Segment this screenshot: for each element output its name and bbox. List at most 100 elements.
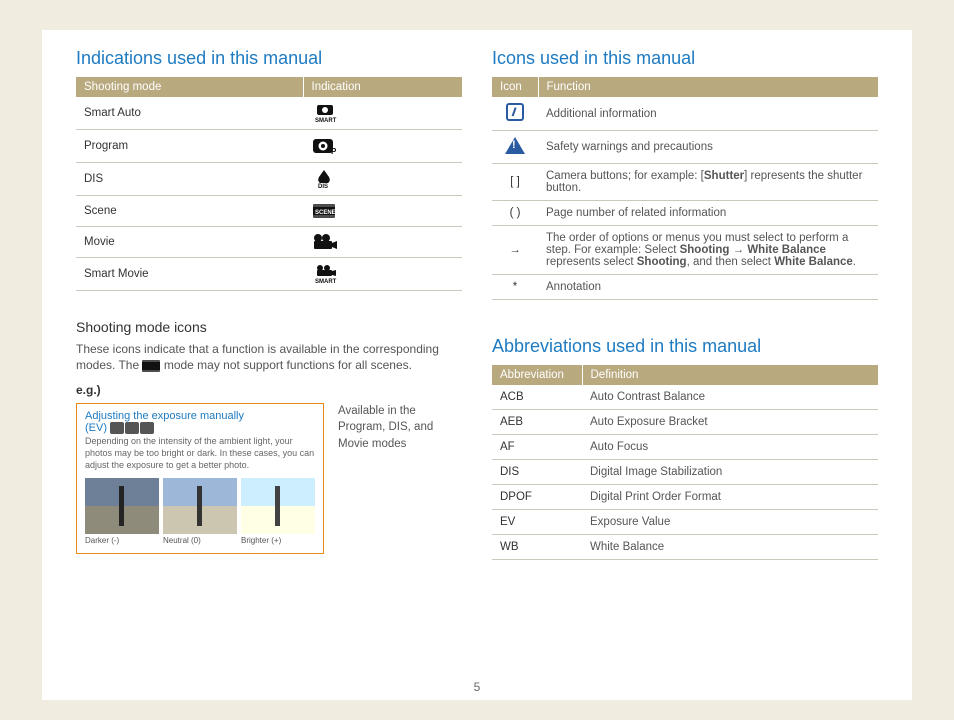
example-mode-icons xyxy=(110,422,154,434)
cell-icon xyxy=(303,227,462,258)
heading-indications: Indications used in this manual xyxy=(76,48,462,69)
cell-icon: SCENE xyxy=(303,196,462,227)
abbreviations-table: Abbreviation Definition ACBAuto Contrast… xyxy=(492,365,878,560)
cell-func: Camera buttons; for example: [Shutter] r… xyxy=(538,164,878,201)
cell-abbr: AEB xyxy=(492,410,582,435)
heading-icons-used: Icons used in this manual xyxy=(492,48,878,69)
cell-mode: DIS xyxy=(76,163,303,196)
row-smart-movie: Smart Movie SMART xyxy=(76,258,462,291)
row-movie: Movie xyxy=(76,227,462,258)
row-scene: Scene SCENE xyxy=(76,196,462,227)
t: → xyxy=(729,244,747,256)
row-info: Additional information xyxy=(492,97,878,131)
t: . xyxy=(853,256,856,268)
example-row: Adjusting the exposure manually (EV) Dep… xyxy=(76,403,462,553)
t: Shooting xyxy=(637,256,687,268)
cell-func: Additional information xyxy=(538,97,878,131)
thumb-label: Neutral (0) xyxy=(163,536,237,545)
t: represents select xyxy=(546,256,637,268)
cell-icon: * xyxy=(492,275,538,300)
th-indication: Indication xyxy=(303,77,462,97)
func-bold: Shutter xyxy=(704,170,744,182)
cell-icon xyxy=(492,97,538,131)
sub-desc-post: mode may not support functions for all s… xyxy=(164,358,412,372)
cell-func: Page number of related information xyxy=(538,201,878,226)
smart-movie-icon: SMART xyxy=(311,264,345,284)
cell-mode: Smart Auto xyxy=(76,97,303,130)
info-icon xyxy=(506,103,524,121)
th-def: Definition xyxy=(582,365,878,385)
cell-abbr: ACB xyxy=(492,385,582,410)
cell-icon: DIS xyxy=(303,163,462,196)
row-acb: ACBAuto Contrast Balance xyxy=(492,385,878,410)
thumb-image-neutral xyxy=(163,478,237,534)
manual-page: Indications used in this manual Shooting… xyxy=(42,30,912,700)
row-af: AFAuto Focus xyxy=(492,435,878,460)
row-dis: DISDigital Image Stabilization xyxy=(492,460,878,485)
t: , and then select xyxy=(687,256,775,268)
cell-icon: SMART xyxy=(303,258,462,291)
cell-abbr: DIS xyxy=(492,460,582,485)
example-callout: Available in the Program, DIS, and Movie… xyxy=(338,403,462,451)
cell-abbr: DPOF xyxy=(492,485,582,510)
right-column: Icons used in this manual Icon Function … xyxy=(492,48,878,692)
row-dis: DIS DIS xyxy=(76,163,462,196)
example-title-text: Adjusting the exposure manually xyxy=(85,410,244,422)
cell-icon: → xyxy=(492,226,538,275)
svg-text:SCENE: SCENE xyxy=(315,210,336,216)
th-abbr: Abbreviation xyxy=(492,365,582,385)
cell-icon: ( ) xyxy=(492,201,538,226)
thumb-darker: Darker (-) xyxy=(85,478,159,545)
mini-movie-icon xyxy=(140,422,154,434)
cell-def: Digital Image Stabilization xyxy=(582,460,878,485)
th-function: Function xyxy=(538,77,878,97)
mini-dis-icon xyxy=(125,422,139,434)
row-wb: WBWhite Balance xyxy=(492,535,878,560)
cell-abbr: AF xyxy=(492,435,582,460)
cell-mode: Smart Movie xyxy=(76,258,303,291)
th-shooting-mode: Shooting mode xyxy=(76,77,303,97)
cell-func: The order of options or menus you must s… xyxy=(538,226,878,275)
example-box: Adjusting the exposure manually (EV) Dep… xyxy=(76,403,324,553)
row-brackets: [ ] Camera buttons; for example: [Shutte… xyxy=(492,164,878,201)
row-arrow: → The order of options or menus you must… xyxy=(492,226,878,275)
thumb-image-brighter xyxy=(241,478,315,534)
cell-def: Exposure Value xyxy=(582,510,878,535)
cell-icon: P xyxy=(303,130,462,163)
cell-func: Safety warnings and precautions xyxy=(538,131,878,164)
row-ev: EVExposure Value xyxy=(492,510,878,535)
svg-text:P: P xyxy=(331,147,337,156)
cell-abbr: WB xyxy=(492,535,582,560)
mini-program-icon xyxy=(110,422,124,434)
thumb-label: Brighter (+) xyxy=(241,536,315,545)
row-aeb: AEBAuto Exposure Bracket xyxy=(492,410,878,435)
example-ev: (EV) xyxy=(85,422,107,434)
svg-text:SMART: SMART xyxy=(315,279,337,284)
indications-table: Shooting mode Indication Smart Auto SMAR… xyxy=(76,77,462,291)
example-title: Adjusting the exposure manually (EV) xyxy=(85,410,315,434)
example-desc: Depending on the intensity of the ambien… xyxy=(85,436,315,471)
thumb-neutral: Neutral (0) xyxy=(163,478,237,545)
cell-def: Auto Exposure Bracket xyxy=(582,410,878,435)
icons-table: Icon Function Additional information Saf… xyxy=(492,77,878,300)
svg-text:DIS: DIS xyxy=(318,184,328,189)
warning-icon xyxy=(505,137,525,154)
cell-func: Annotation xyxy=(538,275,878,300)
left-column: Indications used in this manual Shooting… xyxy=(76,48,462,692)
dis-icon: DIS xyxy=(311,169,337,189)
cell-mode: Movie xyxy=(76,227,303,258)
cell-mode: Scene xyxy=(76,196,303,227)
cell-def: Auto Contrast Balance xyxy=(582,385,878,410)
program-icon: P xyxy=(311,136,339,156)
page-number: 5 xyxy=(474,680,481,694)
cell-def: White Balance xyxy=(582,535,878,560)
t: White Balance xyxy=(774,256,853,268)
heading-abbreviations: Abbreviations used in this manual xyxy=(492,336,878,357)
row-star: * Annotation xyxy=(492,275,878,300)
cell-def: Auto Focus xyxy=(582,435,878,460)
subheading-shooting-mode-icons: Shooting mode icons xyxy=(76,319,462,335)
eg-label: e.g.) xyxy=(76,383,462,397)
scene-icon: SCENE xyxy=(311,202,337,220)
scene-inline-icon xyxy=(142,360,160,372)
func-pre: Camera buttons; for example: [ xyxy=(546,170,704,182)
